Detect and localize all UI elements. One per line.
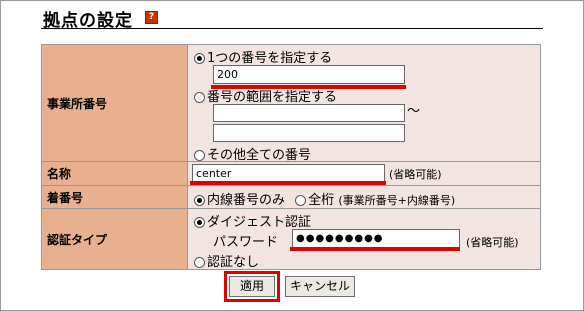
option-range-label: 番号の範囲を指定する bbox=[207, 90, 338, 105]
incoming-number-row: 着番号 内線番号のみ 全桁 (事業所番号+内線番号) bbox=[41, 185, 541, 209]
radio-number-range[interactable] bbox=[194, 92, 205, 103]
incoming-number-label: 着番号 bbox=[41, 185, 188, 209]
office-number-label: 事業所番号 bbox=[41, 44, 188, 162]
auth-type-cell: ダイジェスト認証 パスワード ●●●●●●●●● (省略可能) 認証なし bbox=[187, 208, 541, 270]
option-single-row: 1つの番号を指定する bbox=[194, 47, 332, 66]
option-digest-row: ダイジェスト認証 bbox=[194, 211, 311, 230]
range-separator: ～ bbox=[407, 104, 421, 119]
name-label: 名称 bbox=[41, 161, 188, 186]
auth-type-label: 認証タイプ bbox=[41, 208, 188, 270]
office-number-cell: 1つの番号を指定する 200 番号の範囲を指定する ～ その他全ての番号 bbox=[187, 44, 541, 163]
option-no-auth-label: 認証なし bbox=[207, 255, 260, 270]
password-optional-note: (省略可能) bbox=[466, 236, 519, 249]
range-from-input[interactable] bbox=[213, 104, 405, 122]
option-no-auth-row: 認証なし bbox=[194, 251, 259, 270]
office-number-row: 事業所番号 1つの番号を指定する 200 番号の範囲を指定する ～ その他全ての… bbox=[41, 44, 541, 163]
option-full-note: (事業所番号+内線番号) bbox=[338, 194, 456, 207]
range-to-input[interactable] bbox=[213, 124, 405, 142]
incoming-options-row: 内線番号のみ 全桁 (事業所番号+内線番号) bbox=[194, 189, 455, 208]
radio-all-others[interactable] bbox=[194, 150, 205, 161]
name-optional-note: (省略可能) bbox=[389, 168, 442, 181]
option-all-others-row: その他全ての番号 bbox=[194, 144, 311, 163]
apply-button[interactable]: 適用 bbox=[229, 276, 275, 297]
name-row: 名称 center (省略可能) bbox=[41, 161, 541, 186]
password-label: パスワード bbox=[213, 235, 279, 250]
radio-digest-auth[interactable] bbox=[194, 217, 205, 228]
option-single-label: 1つの番号を指定する bbox=[207, 51, 333, 66]
radio-single-number[interactable] bbox=[194, 53, 205, 64]
password-input[interactable]: ●●●●●●●●● bbox=[292, 229, 460, 248]
option-extension-label: 内線番号のみ bbox=[207, 193, 286, 208]
option-full-label: 全桁 bbox=[308, 193, 335, 208]
radio-full-digits[interactable] bbox=[295, 195, 307, 206]
radio-no-auth[interactable] bbox=[194, 257, 205, 268]
option-range-row: 番号の範囲を指定する bbox=[194, 86, 337, 105]
help-icon[interactable]: ? bbox=[145, 11, 158, 24]
cancel-button[interactable]: キャンセル bbox=[285, 276, 355, 297]
auth-type-row: 認証タイプ ダイジェスト認証 パスワード ●●●●●●●●● (省略可能) 認証… bbox=[41, 208, 541, 270]
settings-table: 事業所番号 1つの番号を指定する 200 番号の範囲を指定する ～ その他全ての… bbox=[41, 44, 541, 270]
single-number-input[interactable]: 200 bbox=[213, 65, 405, 84]
option-digest-label: ダイジェスト認証 bbox=[207, 215, 312, 230]
highlight-underline bbox=[190, 181, 386, 185]
name-cell: center (省略可能) bbox=[187, 161, 541, 186]
title-divider bbox=[41, 28, 543, 29]
incoming-number-cell: 内線番号のみ 全桁 (事業所番号+内線番号) bbox=[187, 185, 541, 209]
radio-extension-only[interactable] bbox=[194, 195, 205, 206]
highlight-underline bbox=[290, 247, 460, 251]
